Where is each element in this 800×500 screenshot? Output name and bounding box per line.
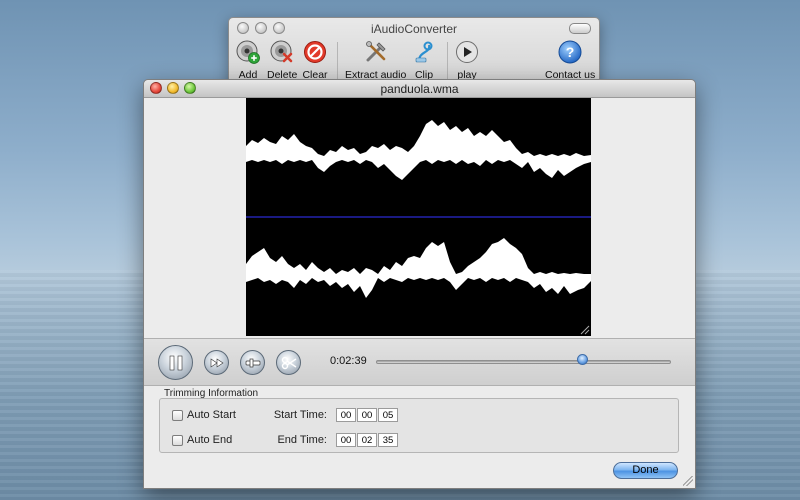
contact-us-button[interactable]: ? Contact us <box>545 39 595 81</box>
auto-end-label: Auto End <box>187 434 233 446</box>
toolbar-toggle-button[interactable] <box>569 23 591 34</box>
delete-disc-icon <box>269 39 295 65</box>
fast-forward-icon <box>210 357 224 368</box>
start-time-label: Start Time: <box>273 409 327 421</box>
start-time-minutes-field[interactable] <box>357 408 377 422</box>
clip-button[interactable]: Clip <box>411 39 437 81</box>
svg-text:?: ? <box>566 44 575 60</box>
main-titlebar: iAudioConverter <box>229 18 599 38</box>
waveform-right-channel <box>246 238 591 298</box>
playback-slider-knob[interactable] <box>577 354 588 365</box>
start-time-seconds-field[interactable] <box>378 408 398 422</box>
start-time-hours-field[interactable] <box>336 408 356 422</box>
fast-forward-button[interactable] <box>204 350 229 375</box>
auto-end-checkbox[interactable] <box>172 435 183 446</box>
tools-icon <box>363 39 389 65</box>
waveform-display[interactable] <box>246 98 591 336</box>
help-icon: ? <box>557 39 583 65</box>
scissors-icon <box>281 356 296 369</box>
marker-icon <box>245 358 260 367</box>
playback-slider[interactable] <box>376 360 671 364</box>
play-icon <box>454 39 480 65</box>
add-disc-icon <box>235 39 261 65</box>
waveform-left-channel <box>246 120 591 180</box>
auto-start-checkbox[interactable] <box>172 410 183 421</box>
trimming-panel: Auto Start Start Time: Auto End End Time… <box>159 398 679 453</box>
delete-button[interactable]: Delete <box>267 39 297 81</box>
add-button[interactable]: Add <box>235 39 261 81</box>
end-time-minutes-field[interactable] <box>357 433 377 447</box>
window-resize-grip[interactable] <box>683 476 693 486</box>
end-time-hours-field[interactable] <box>336 433 356 447</box>
extract-audio-button[interactable]: Extract audio <box>345 39 406 81</box>
cut-button[interactable] <box>276 350 301 375</box>
pause-icon <box>169 355 182 370</box>
waveform-area <box>144 98 695 339</box>
main-window-title: iAudioConverter <box>370 22 458 36</box>
resize-corner-icon <box>580 325 590 335</box>
clear-button[interactable]: Clear <box>302 39 328 81</box>
auto-start-row: Auto Start Start Time: <box>160 408 678 426</box>
play-button[interactable]: play <box>454 39 480 81</box>
playback-time: 0:02:39 <box>330 355 367 367</box>
clip-window: panduola.wma 0:02:39 Trimming Informatio… <box>143 79 696 489</box>
clip-window-title: panduola.wma <box>380 82 459 96</box>
pause-button[interactable] <box>158 345 193 380</box>
clear-icon <box>302 39 328 65</box>
auto-start-label: Auto Start <box>187 409 236 421</box>
end-time-seconds-field[interactable] <box>378 433 398 447</box>
clip-window-titlebar: panduola.wma <box>144 80 695 98</box>
end-time-label: End Time: <box>277 434 327 446</box>
set-marker-button[interactable] <box>240 350 265 375</box>
auto-end-row: Auto End End Time: <box>160 433 678 451</box>
toolbar-separator <box>337 42 338 82</box>
toolbar-separator <box>447 42 448 82</box>
transport-bar: 0:02:39 <box>144 338 695 386</box>
clip-icon <box>411 39 437 65</box>
done-button[interactable]: Done <box>613 462 678 479</box>
